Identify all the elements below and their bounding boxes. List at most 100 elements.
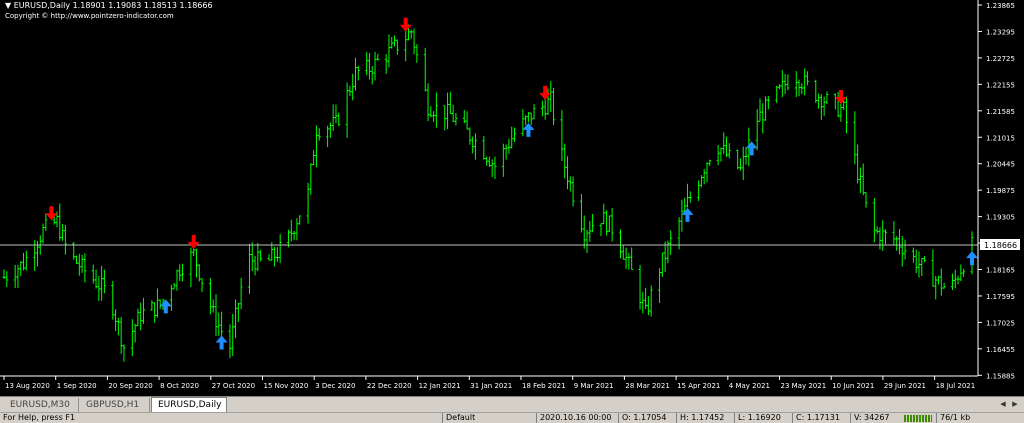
ohlc-bar [259,249,263,262]
buy-arrow-icon [745,141,758,156]
x-tick-label: 20 Sep 2020 [108,382,152,390]
ohlc-bar [155,288,159,318]
ohlc-bar [94,269,98,289]
ohlc-bar [208,278,212,315]
ohlc-bar [181,263,185,282]
chart-area[interactable]: 1.23865 1.23295 1.22725 1.22155 1.21585 1.210… [0,0,1024,396]
x-tick-label: 18 Jul 2021 [936,382,976,390]
x-tick-label: 10 Jun 2021 [832,382,874,390]
ohlc-bar [314,125,318,168]
ohlc-bar [875,226,879,234]
ohlc-bar [794,71,798,98]
ohlc-bar [250,242,254,272]
ohlc-bar [426,83,430,122]
ohlc-bar [923,256,927,263]
ohlc-bar [582,215,586,249]
ohlc-bar [627,252,631,270]
price-chart[interactable]: 1.23865 1.23295 1.22725 1.22155 1.21585 1.210… [0,0,1024,396]
ohlc-bar [892,221,896,245]
ohlc-bar [736,149,740,170]
ohlc-bar [552,87,556,126]
ohlc-bar [716,145,720,166]
chart-tab-bar: EURUSD,M30 GBPUSD,H1 EURUSD,Daily ◀ ▶ [0,396,1024,413]
tab-eurusd-m30[interactable]: EURUSD,M30 [4,398,79,412]
ohlc-bar [864,192,868,208]
ohlc-bar [741,146,745,181]
ohlc-bar [141,297,145,324]
ohlc-bar [702,169,706,185]
ohlc-bar [540,100,544,117]
x-tick-label: 28 Mar 2021 [625,382,669,390]
ohlc-bar [194,248,198,278]
ohlc-bar [758,98,762,122]
ohlc-bar [75,255,79,264]
ohlc-bar [510,126,514,149]
ohlc-bar [755,109,759,151]
ohlc-bar [605,210,609,236]
ohlc-bar [683,197,687,212]
signal-arrows [45,17,978,350]
tab-scroll-right-icon[interactable]: ▶ [1010,399,1020,410]
ohlc-bar [234,299,238,339]
ohlc-bar [158,299,162,310]
ohlc-bar [780,70,784,98]
ohlc-bar [903,239,907,260]
ohlc-bar [844,96,848,134]
x-tick-label: 1 Sep 2020 [57,382,97,390]
ohlc-bar [688,191,692,203]
ohlc-bar [273,246,277,267]
ohlc-bar [348,85,352,97]
x-tick-label: 13 Aug 2020 [5,382,50,390]
ohlc-bar [803,68,807,96]
ohlc-bar [819,94,823,120]
tab-eurusd-daily[interactable]: EURUSD,Daily [151,397,227,413]
sell-arrow-icon [399,17,412,32]
tab-gbpusd-h1[interactable]: GBPUSD,H1 [80,398,150,412]
ohlc-bar [507,138,511,154]
ohlc-bar [326,125,330,147]
collapse-triangle-icon[interactable]: ▼ [5,1,11,10]
x-tick-label: 31 Jan 2021 [470,382,512,390]
ohlc-bar [97,276,101,301]
ohlc-bar [778,84,782,89]
ohlc-bar [432,111,436,122]
ohlc-bar [387,34,391,68]
y-tick-label: 1.23295 [986,28,1015,36]
ohlc-bar [956,275,960,285]
ohlc-bar [895,236,899,251]
ohlc-bar [931,249,935,287]
ohlc-bar [482,135,486,160]
ohlc-bar [588,220,592,242]
ohlc-bar [345,82,349,138]
ohlc-bar [13,264,17,289]
y-tick-label: 1.15885 [986,372,1015,380]
y-tick-label: 1.21585 [986,108,1015,116]
ohlc-bar [738,158,742,171]
ohlc-bar [585,229,589,254]
ohlc-bar [80,254,84,273]
ohlc-bar [658,268,662,304]
x-tick-label: 15 Apr 2021 [677,382,720,390]
ohlc-bar [624,247,628,269]
ohlc-bar [236,302,240,322]
ohlc-bar [872,198,876,243]
tab-scroll-left-icon[interactable]: ◀ [998,399,1008,410]
ohlc-bar [189,247,193,288]
connection-bars-icon [904,415,932,422]
ohlc-bar [699,175,703,188]
ohlc-bar [685,183,689,208]
ohlc-bar [247,243,251,294]
ohlc-bar [22,252,26,271]
ohlc-bar [858,167,862,193]
ohlc-bar [817,93,821,109]
x-tick-label: 15 Nov 2020 [264,382,309,390]
ohlc-bar [116,317,120,336]
ohlc-bar [351,73,355,101]
ohlc-bar [900,236,904,267]
ohlc-bar [493,156,497,179]
ohlc-bar [370,65,374,85]
ohlc-bar [641,292,645,314]
ohlc-bar [950,273,954,291]
ohlc-bar [607,215,611,232]
ohlc-bar [390,36,394,49]
